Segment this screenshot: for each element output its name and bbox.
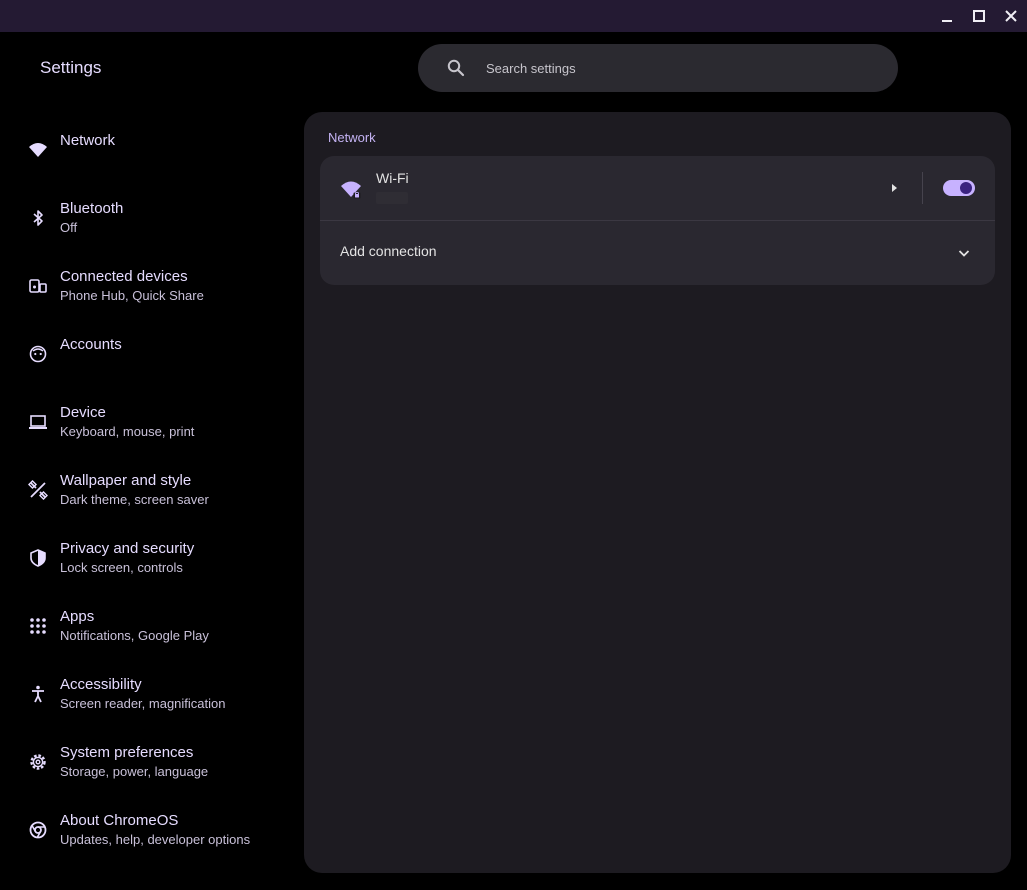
- account-icon: [27, 343, 49, 365]
- wifi-row[interactable]: Wi-Fi: [320, 156, 995, 220]
- accessibility-icon: [27, 683, 49, 705]
- sidebar-item-label: About ChromeOS: [60, 812, 179, 829]
- sidebar-item-sublabel: Phone Hub, Quick Share: [60, 288, 204, 303]
- sidebar-item-sublabel: Screen reader, magnification: [60, 696, 226, 711]
- sidebar-item-sublabel: Keyboard, mouse, print: [60, 424, 195, 439]
- chevron-down-icon: [958, 250, 970, 257]
- sidebar-item-wallpaper[interactable]: Wallpaper and style Dark theme, screen s…: [0, 459, 290, 521]
- add-connection-row[interactable]: Add connection: [320, 221, 995, 285]
- sidebar-item-sublabel: Dark theme, screen saver: [60, 492, 209, 507]
- sidebar-item-label: Privacy and security: [60, 540, 195, 557]
- sidebar-item-about-chromeos[interactable]: About ChromeOS Updates, help, developer …: [0, 799, 290, 861]
- connected-devices-icon: [27, 275, 49, 297]
- sidebar-item-sublabel: Off: [60, 220, 78, 235]
- window-titlebar: [0, 0, 1027, 32]
- sidebar-item-device[interactable]: Device Keyboard, mouse, print: [0, 391, 290, 453]
- palette-brush-icon: [27, 479, 49, 501]
- sidebar-item-label: System preferences: [60, 744, 194, 761]
- divider: [922, 172, 923, 204]
- minimize-icon[interactable]: [937, 6, 957, 26]
- apps-grid-icon: [27, 615, 49, 637]
- wifi-toggle[interactable]: [943, 180, 975, 196]
- bluetooth-icon: [27, 207, 49, 229]
- laptop-icon: [27, 411, 49, 433]
- wifi-icon: [27, 139, 49, 161]
- sidebar-item-bluetooth[interactable]: Bluetooth Off: [0, 187, 290, 249]
- gear-icon: [27, 751, 49, 773]
- sidebar-item-label: Bluetooth: [60, 200, 124, 217]
- wifi-locked-icon: [341, 181, 361, 199]
- close-icon[interactable]: [1001, 6, 1021, 26]
- section-title: Network: [328, 130, 376, 145]
- maximize-icon[interactable]: [969, 6, 989, 26]
- main-panel: Network Wi-Fi Add connection: [304, 112, 1011, 873]
- sidebar-item-label: Connected devices: [60, 268, 188, 285]
- sidebar-item-label: Apps: [60, 608, 95, 625]
- sidebar-item-accounts[interactable]: Accounts: [0, 323, 290, 385]
- sidebar-item-label: Wallpaper and style: [60, 472, 192, 489]
- sidebar-item-sublabel: Storage, power, language: [60, 764, 209, 779]
- sidebar-item-label: Network: [60, 132, 116, 149]
- chrome-icon: [27, 819, 49, 841]
- network-card: Wi-Fi Add connection: [320, 156, 995, 285]
- add-connection-label: Add connection: [340, 243, 437, 259]
- wifi-status-placeholder: [376, 192, 408, 204]
- sidebar-item-label: Accessibility: [60, 676, 142, 693]
- sidebar-item-label: Device: [60, 404, 106, 421]
- wifi-label: Wi-Fi: [376, 170, 409, 186]
- sidebar-item-label: Accounts: [60, 336, 122, 353]
- sidebar-item-sublabel: Notifications, Google Play: [60, 628, 209, 643]
- sidebar-item-privacy[interactable]: Privacy and security Lock screen, contro…: [0, 527, 290, 589]
- sidebar-item-system-preferences[interactable]: System preferences Storage, power, langu…: [0, 731, 290, 793]
- search-input[interactable]: [486, 56, 866, 80]
- sidebar-item-accessibility[interactable]: Accessibility Screen reader, magnificati…: [0, 663, 290, 725]
- sidebar-item-sublabel: Updates, help, developer options: [60, 832, 251, 847]
- toggle-knob: [960, 182, 972, 194]
- search-icon: [447, 59, 465, 77]
- arrow-right-icon[interactable]: [886, 180, 902, 196]
- sidebar-item-sublabel: Lock screen, controls: [60, 560, 183, 575]
- search-bar[interactable]: [418, 44, 898, 92]
- sidebar-item-apps[interactable]: Apps Notifications, Google Play: [0, 595, 290, 657]
- app-title: Settings: [40, 58, 102, 77]
- shield-icon: [27, 547, 49, 569]
- sidebar-item-connected-devices[interactable]: Connected devices Phone Hub, Quick Share: [0, 255, 290, 317]
- sidebar-item-network[interactable]: Network: [0, 119, 290, 181]
